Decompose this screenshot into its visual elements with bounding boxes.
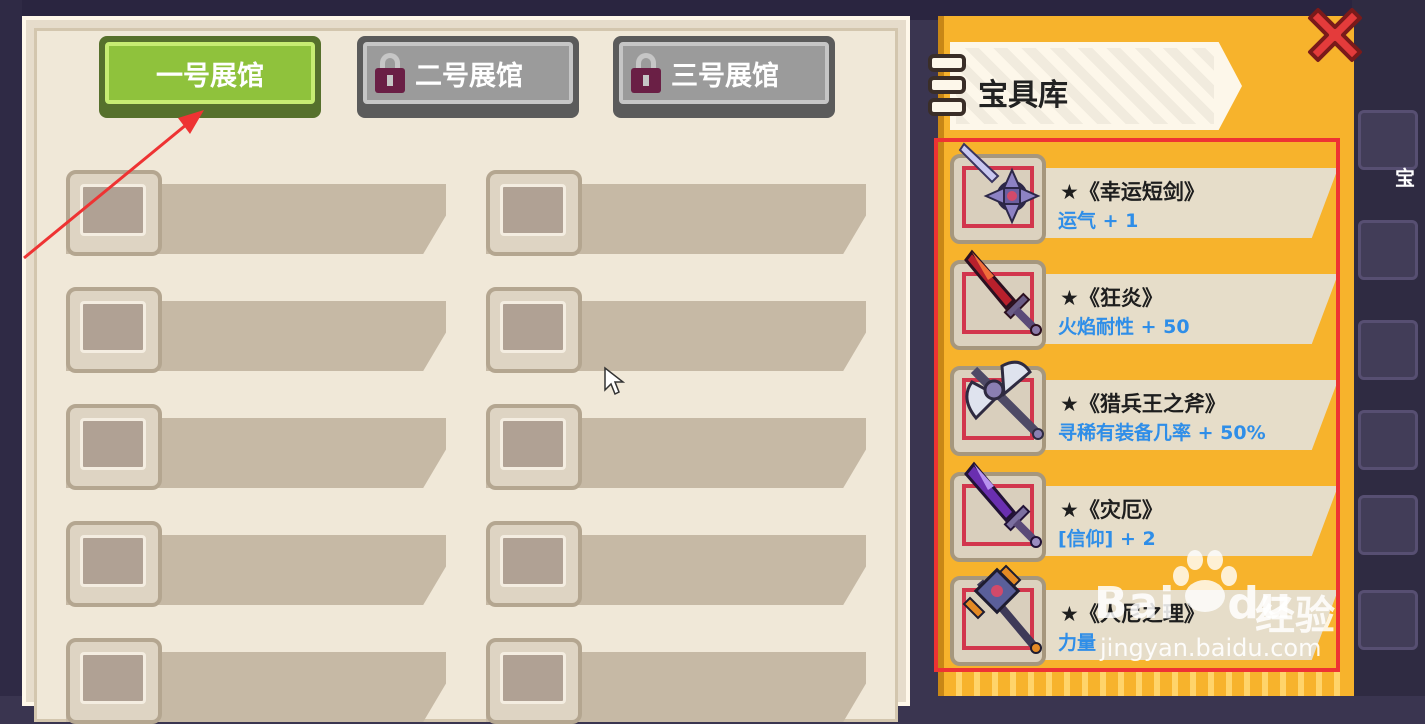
close-icon[interactable]: [1300, 0, 1370, 70]
background-slot: [1358, 220, 1418, 280]
annotation-arrow: [23, 110, 204, 260]
display-slot[interactable]: [66, 287, 456, 373]
watermark-url: jingyan.baidu.com: [1100, 634, 1322, 662]
treasury-title: 宝具库: [978, 78, 1068, 113]
display-slot[interactable]: [66, 638, 456, 724]
watermark-chinese: 经验: [1255, 593, 1335, 639]
display-slot[interactable]: [486, 638, 876, 724]
treasury-ribbon: [928, 42, 1246, 132]
lock-icon: [631, 53, 661, 93]
display-slot[interactable]: [486, 404, 876, 490]
display-slot[interactable]: [486, 287, 876, 373]
display-slot[interactable]: [66, 521, 456, 607]
tab-label: 二号展馆: [415, 60, 523, 92]
mouse-cursor-icon: [604, 366, 625, 396]
display-slot[interactable]: [486, 521, 876, 607]
tab-label: 三号展馆: [671, 60, 779, 92]
right-background-strip: [1352, 0, 1425, 696]
lock-icon: [375, 53, 405, 93]
display-slot[interactable]: [66, 404, 456, 490]
background-slot: [1358, 320, 1418, 380]
background-slot: [1358, 410, 1418, 470]
side-label: 宝: [1395, 166, 1415, 190]
background-slot: [1358, 495, 1418, 555]
treasury-bottom-trim: [944, 672, 1352, 696]
tab-exhibit-hall-2[interactable]: 二号展馆: [357, 36, 579, 118]
display-slot[interactable]: [486, 170, 876, 256]
tab-exhibit-hall-3[interactable]: 三号展馆: [613, 36, 835, 118]
background-slot: [1358, 110, 1418, 170]
background-slot: [1358, 590, 1418, 650]
